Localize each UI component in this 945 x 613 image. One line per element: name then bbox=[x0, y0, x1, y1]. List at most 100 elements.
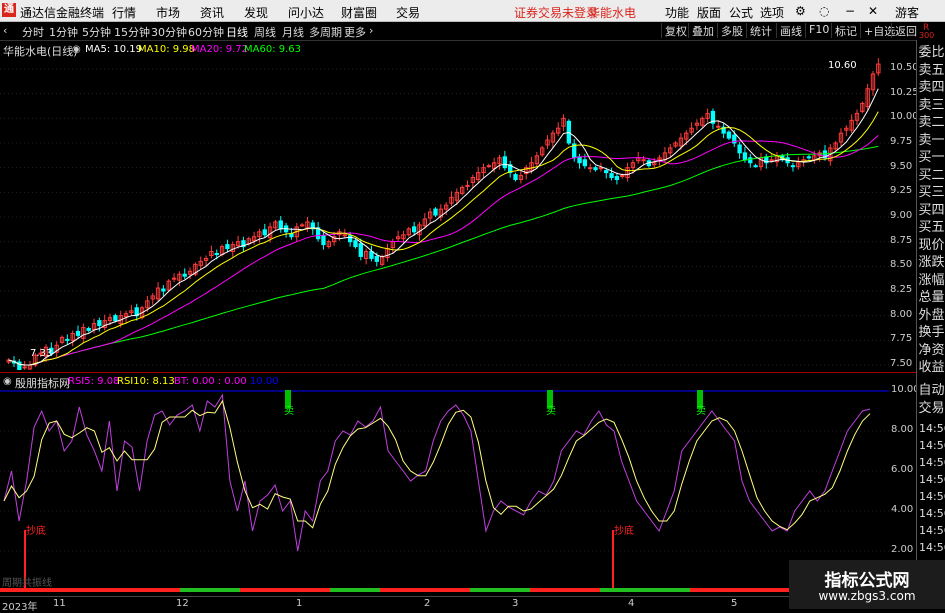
indicator-settings-icon[interactable]: ◉ bbox=[3, 376, 12, 387]
trade-time: 14:56 bbox=[919, 439, 945, 452]
settings-icon[interactable]: ⚙ bbox=[795, 4, 806, 18]
indicator-tick-label: 8.00 bbox=[891, 424, 914, 435]
price-tick-label: 10.50 bbox=[890, 62, 919, 73]
menu-jiaoyi[interactable]: 交易 bbox=[396, 4, 420, 21]
quote-panel: R 300 委比 卖五 卖四 卖三 卖二 卖一 买一 买二 买三 买四 买五 现价 涨跌 涨幅 总量 外盘 换手… bbox=[916, 23, 945, 609]
period-weekly[interactable]: 周线 bbox=[254, 24, 276, 40]
candle-body bbox=[620, 175, 625, 178]
x-label-11: 11 bbox=[53, 598, 66, 609]
quote-item-label: 卖一 bbox=[918, 132, 945, 148]
candle-body bbox=[726, 131, 732, 139]
quote-lower-label[interactable]: 自动 bbox=[917, 382, 945, 400]
candle-body bbox=[502, 156, 508, 169]
quote-item-label: 卖三 bbox=[918, 97, 945, 113]
btn-tongji[interactable]: 统计 bbox=[746, 23, 775, 38]
candle-body bbox=[171, 277, 177, 280]
ma5-line bbox=[8, 88, 879, 366]
btn-huaxian[interactable]: 画线 bbox=[776, 23, 805, 38]
app-title: 通达信金融终端 bbox=[20, 6, 105, 20]
candle-body bbox=[262, 229, 267, 236]
low-price-label: 7.33 bbox=[30, 348, 52, 359]
price-tick-label: 9.25 bbox=[890, 185, 913, 197]
quote-item-label: 总量 bbox=[918, 290, 945, 305]
candlestick-chart[interactable]: 10.60 7.33 bbox=[0, 40, 889, 370]
quote-item-label: 卖四 bbox=[918, 80, 945, 95]
candle-body bbox=[321, 235, 326, 246]
minimize-icon[interactable]: − bbox=[845, 4, 855, 18]
period-60min[interactable]: 60分钟 bbox=[188, 24, 224, 40]
code-label: 300 bbox=[919, 31, 935, 40]
candle-body bbox=[465, 184, 470, 187]
trade-time: 14:56 bbox=[919, 541, 945, 554]
trade-time: 14:56 bbox=[919, 524, 945, 537]
menu-zixun[interactable]: 资讯 bbox=[200, 4, 224, 21]
btn-fuquan[interactable]: 复权 bbox=[661, 23, 690, 38]
candle-body bbox=[289, 233, 294, 238]
indicator-tick-label: 2.00 bbox=[891, 544, 914, 555]
resonance-band bbox=[180, 588, 240, 592]
candle-body bbox=[65, 338, 70, 341]
resonance-band bbox=[240, 588, 330, 592]
menu-gongneng[interactable]: 功能 bbox=[665, 4, 689, 21]
menu-faxian[interactable]: 发现 bbox=[244, 4, 268, 21]
menu-hangqing[interactable]: 行情 bbox=[112, 4, 136, 21]
chevron-right-icon[interactable]: › bbox=[369, 24, 373, 37]
login-status[interactable]: 证券交易未登录 bbox=[514, 4, 598, 21]
btn-f10[interactable]: F10 bbox=[805, 23, 832, 38]
quote-item-label: 委比 bbox=[918, 45, 945, 60]
btn-biaoji[interactable]: 标记 bbox=[831, 23, 860, 38]
quote-lower-list: 自动 交易 bbox=[917, 382, 945, 418]
candle-body bbox=[806, 156, 812, 159]
candle-body bbox=[97, 320, 102, 327]
level-label: 10.00 bbox=[250, 376, 279, 387]
watermark: 指标公式网 www.zbgs3.com bbox=[789, 560, 945, 609]
candle-body bbox=[369, 251, 374, 259]
period-30min[interactable]: 30分钟 bbox=[151, 24, 187, 40]
btn-back[interactable]: 返回 bbox=[891, 23, 920, 38]
candle-body bbox=[113, 315, 118, 322]
period-daily[interactable]: 日线 bbox=[226, 24, 248, 40]
candle-body bbox=[598, 167, 604, 170]
price-tick-label: 9.50 bbox=[890, 160, 913, 172]
skin-icon[interactable]: ◌ bbox=[819, 4, 829, 18]
back-arrow-icon[interactable]: ‹ bbox=[3, 24, 7, 37]
resonance-band bbox=[690, 588, 790, 592]
menu-caifuquan[interactable]: 财富圈 bbox=[341, 4, 377, 21]
price-tick-label: 9.00 bbox=[890, 210, 913, 221]
guest-label[interactable]: 游客 bbox=[895, 4, 919, 21]
candle-body bbox=[609, 173, 614, 179]
menu-banmian[interactable]: 版面 bbox=[697, 4, 721, 21]
candle-body bbox=[278, 220, 283, 230]
candle-body bbox=[161, 288, 166, 292]
rsi10-line bbox=[3, 399, 871, 531]
btn-duogu[interactable]: 多股 bbox=[717, 23, 746, 38]
candle-body bbox=[358, 243, 363, 257]
menu-xuanxiang[interactable]: 选项 bbox=[760, 4, 784, 21]
resonance-band bbox=[600, 588, 690, 592]
sell-label: 卖 bbox=[696, 405, 706, 417]
period-more[interactable]: 更多 bbox=[344, 24, 366, 40]
quote-item-label: 现价 bbox=[918, 237, 945, 253]
period-monthly[interactable]: 月线 bbox=[282, 24, 304, 40]
rsi-indicator-chart[interactable]: 卖 卖 卖抄底 抄底周期共振线 bbox=[0, 388, 889, 596]
quote-lower-label[interactable]: 交易 bbox=[917, 400, 945, 418]
close-icon[interactable]: ✕ bbox=[868, 4, 878, 18]
candle-body bbox=[22, 366, 27, 369]
period-fenshi[interactable]: 分时 bbox=[22, 24, 44, 40]
pane-divider[interactable] bbox=[0, 372, 916, 373]
period-5min[interactable]: 5分钟 bbox=[82, 24, 111, 40]
menu-gongshi[interactable]: 公式 bbox=[729, 4, 753, 21]
menu-wenxiaoda[interactable]: 问小达 bbox=[288, 4, 324, 21]
period-1min[interactable]: 1分钟 bbox=[49, 24, 78, 40]
app-logo: 通 bbox=[2, 3, 16, 17]
quote-item-label: 外盘 bbox=[918, 307, 945, 323]
period-multi[interactable]: 多周期 bbox=[309, 24, 342, 40]
ma10-line bbox=[8, 111, 879, 366]
btn-diejia[interactable]: 叠加 bbox=[688, 23, 717, 38]
rsi10-label: RSI10: 8.13 bbox=[117, 376, 175, 387]
period-15min[interactable]: 15分钟 bbox=[114, 24, 150, 40]
price-tick-label: 10.25 bbox=[890, 86, 919, 98]
resonance-label: 周期共振线 bbox=[2, 576, 52, 589]
quote-item-label: 买三 bbox=[918, 185, 945, 200]
menu-shichang[interactable]: 市场 bbox=[156, 4, 180, 21]
